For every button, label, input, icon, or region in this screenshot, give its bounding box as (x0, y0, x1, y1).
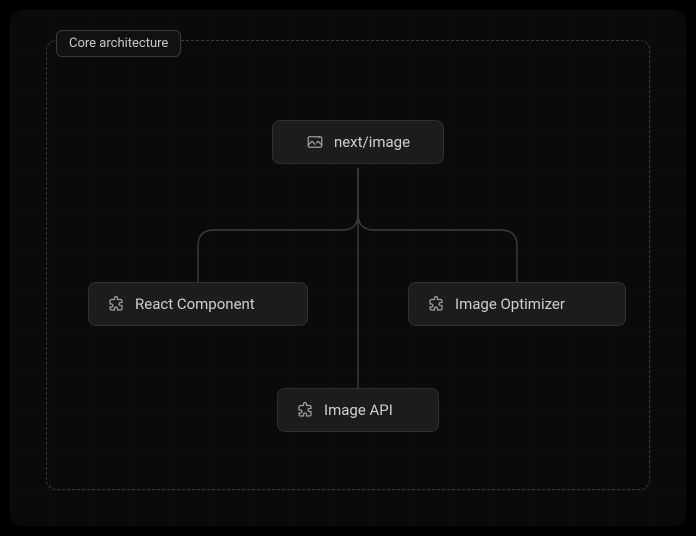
node-next-image: next/image (272, 120, 444, 164)
node-label: next/image (334, 133, 410, 151)
puzzle-icon (427, 295, 445, 313)
puzzle-icon (296, 401, 314, 419)
puzzle-icon (107, 295, 125, 313)
frame-label: Core architecture (56, 30, 181, 57)
node-label: Image API (324, 401, 393, 419)
node-react-component: React Component (88, 282, 308, 326)
image-sparkle-icon (306, 133, 324, 151)
node-image-optimizer: Image Optimizer (408, 282, 626, 326)
node-image-api: Image API (277, 388, 439, 432)
node-label: Image Optimizer (455, 295, 565, 313)
node-label: React Component (135, 295, 255, 313)
diagram-canvas: Core architecture next/image React Compo… (10, 10, 686, 526)
